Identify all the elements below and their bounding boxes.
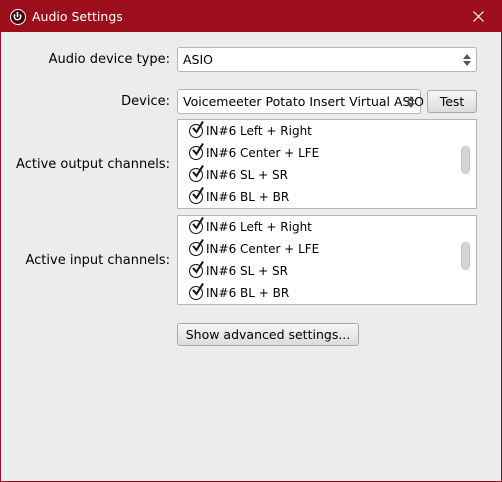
checkbox-checked-icon[interactable] (189, 261, 204, 278)
checkbox-checked-icon[interactable] (189, 165, 204, 182)
scrollbar-thumb[interactable] (461, 242, 470, 270)
device-type-label: Audio device type: (48, 52, 170, 67)
input-channels-list[interactable]: IN#6 Left + Right IN#6 Center + LFE IN#6… (177, 215, 477, 305)
channel-label: IN#6 BL + BR (206, 190, 290, 204)
output-channels-label: Active output channels: (16, 157, 170, 172)
show-advanced-settings-button[interactable]: Show advanced settings... (177, 323, 359, 346)
device-type-select[interactable]: ASIO (177, 47, 477, 72)
device-value: Voicemeeter Potato Insert Virtual ASIO (183, 94, 425, 109)
input-channels-label: Active input channels: (25, 253, 170, 268)
window-title: Audio Settings (32, 9, 123, 24)
close-button[interactable] (457, 1, 501, 32)
checkbox-checked-icon[interactable] (189, 217, 204, 234)
app-logo-icon (10, 9, 26, 25)
checkbox-checked-icon[interactable] (189, 187, 204, 204)
device-select[interactable]: Voicemeeter Potato Insert Virtual ASIO (177, 89, 425, 114)
scrollbar-thumb[interactable] (461, 146, 470, 174)
updown-arrows-icon (463, 54, 471, 66)
channel-label: IN#6 Left + Right (206, 220, 312, 234)
updown-arrows-icon (407, 96, 415, 108)
channel-label: IN#6 Center + LFE (206, 146, 320, 160)
checkbox-checked-icon[interactable] (189, 143, 204, 160)
checkbox-checked-icon[interactable] (189, 121, 204, 138)
audio-settings-window: Audio Settings Audio device type: ASIO D… (0, 0, 502, 482)
channel-label: IN#6 Center + LFE (206, 242, 320, 256)
close-icon (473, 11, 484, 22)
channel-label: IN#6 BL + BR (206, 286, 290, 300)
checkbox-checked-icon[interactable] (189, 239, 204, 256)
device-type-value: ASIO (183, 52, 214, 67)
device-label: Device: (121, 94, 170, 109)
channel-label: IN#6 Left + Right (206, 124, 312, 138)
channel-label: IN#6 SL + SR (206, 264, 288, 278)
channel-label: IN#6 SL + SR (206, 168, 288, 182)
checkbox-checked-icon[interactable] (189, 283, 204, 300)
title-bar[interactable]: Audio Settings (1, 1, 501, 32)
output-channels-list[interactable]: IN#6 Left + Right IN#6 Center + LFE IN#6… (177, 119, 477, 209)
test-button[interactable]: Test (427, 90, 477, 113)
